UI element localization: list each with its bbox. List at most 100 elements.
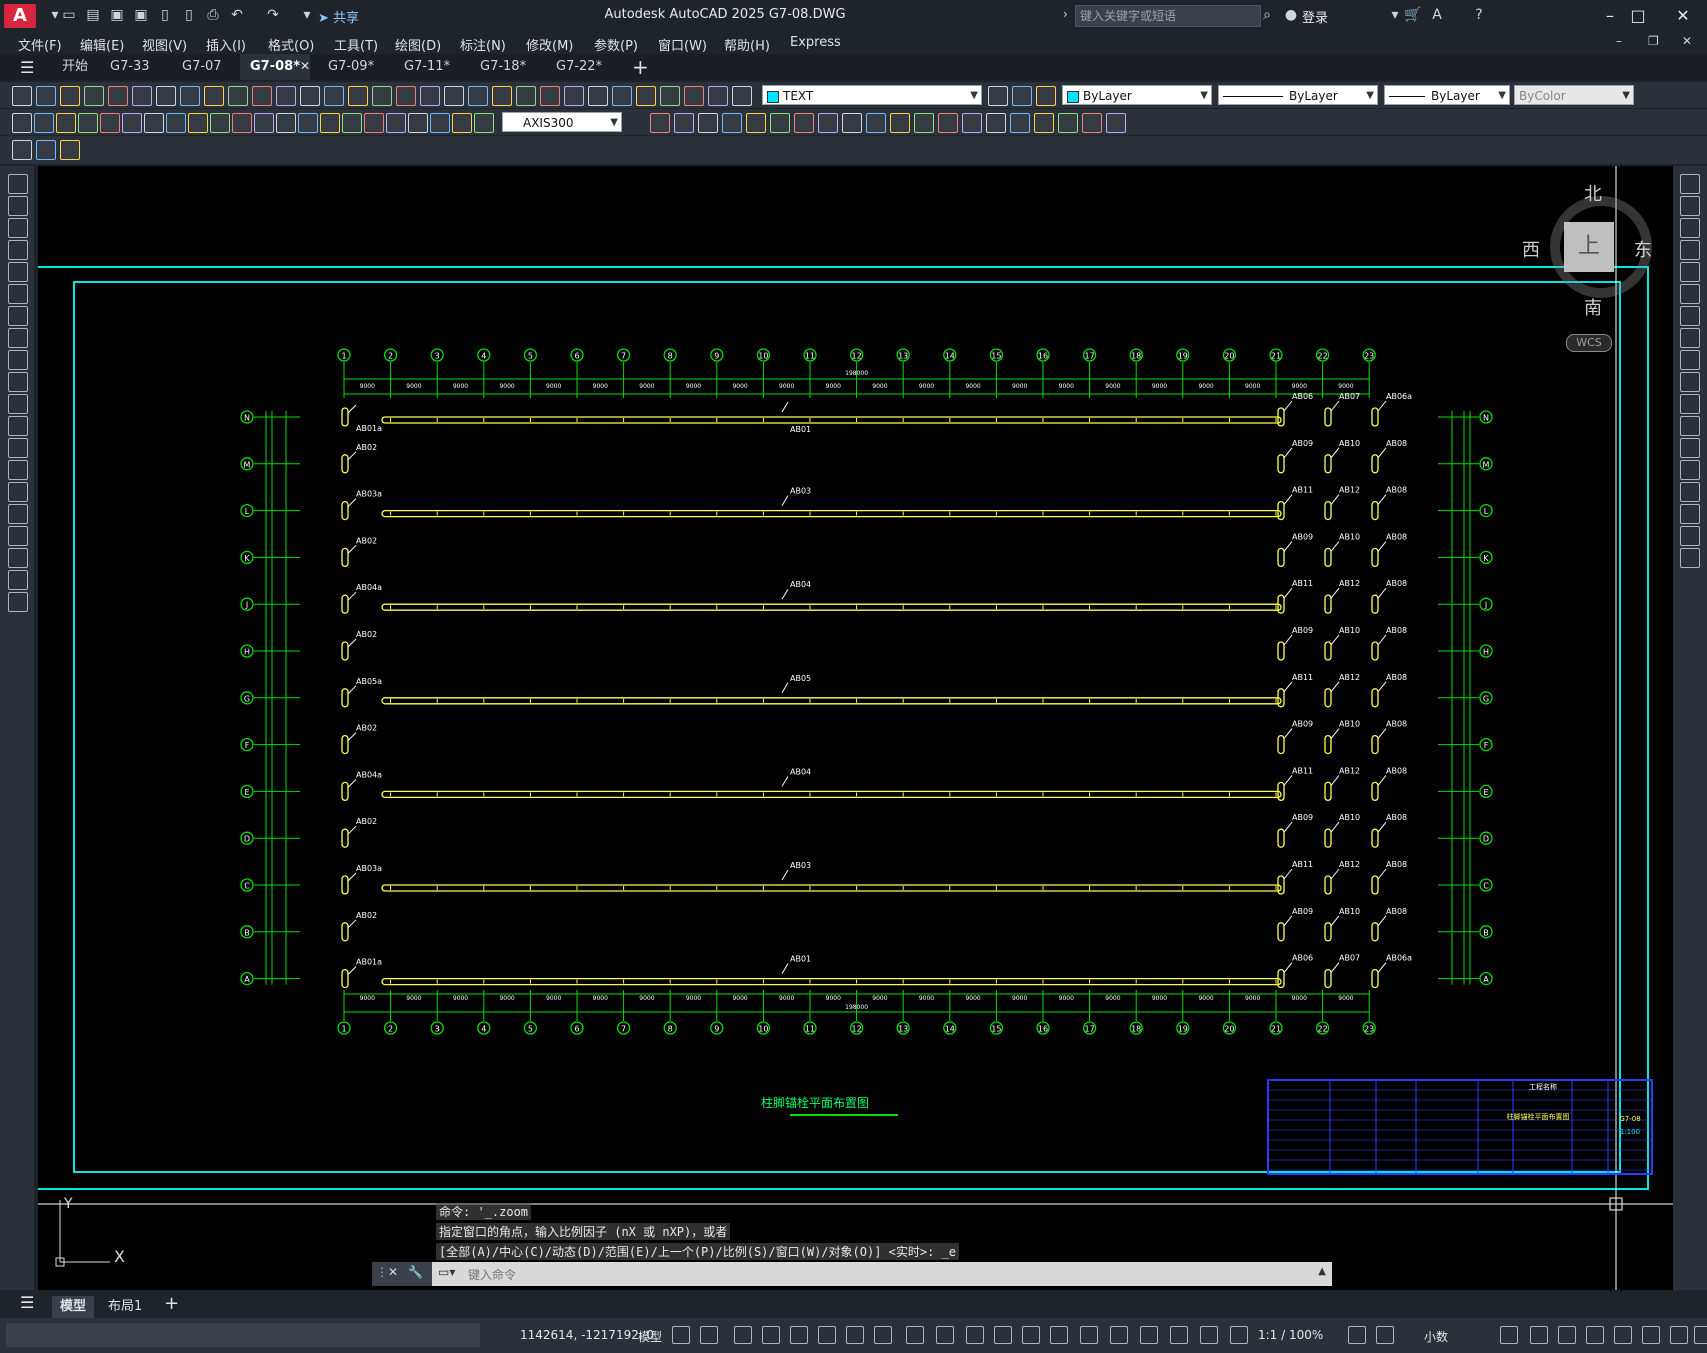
- menu-insert[interactable]: 插入(I): [206, 35, 246, 54]
- dimension-tool-icon[interactable]: [1010, 113, 1030, 133]
- undo-icon[interactable]: ↶: [228, 6, 246, 24]
- new-layout-icon[interactable]: +: [164, 1293, 179, 1314]
- menu-draw[interactable]: 绘图(D): [395, 35, 441, 54]
- dimension-tool-icon[interactable]: [342, 113, 362, 133]
- standard-tool-icon[interactable]: [492, 86, 512, 106]
- dimension-tool-icon[interactable]: [818, 113, 838, 133]
- standard-tool-icon[interactable]: [300, 86, 320, 106]
- login-button[interactable]: 登录: [1302, 7, 1328, 26]
- status-toggle-icon[interactable]: [1348, 1326, 1366, 1344]
- standard-tool-icon[interactable]: [204, 86, 224, 106]
- status-toggle-icon[interactable]: [762, 1326, 780, 1344]
- standard-tool-icon[interactable]: [84, 86, 104, 106]
- status-toggle-icon[interactable]: [1022, 1326, 1040, 1344]
- dimension-tool-icon[interactable]: [1034, 113, 1054, 133]
- user-icon[interactable]: ●: [1283, 6, 1299, 24]
- status-toggle-icon[interactable]: [1230, 1326, 1248, 1344]
- status-toggle-icon[interactable]: [672, 1326, 690, 1344]
- status-toggle-icon[interactable]: [700, 1326, 718, 1344]
- dimension-tool-icon[interactable]: [452, 113, 472, 133]
- dimension-tool-icon[interactable]: [914, 113, 934, 133]
- dimension-tool-icon[interactable]: [144, 113, 164, 133]
- misc-tool-icon[interactable]: [36, 140, 56, 160]
- standard-tool-icon[interactable]: [564, 86, 584, 106]
- standard-tool-icon[interactable]: [324, 86, 344, 106]
- draw-tool-icon[interactable]: [8, 526, 28, 546]
- modify-tool-icon[interactable]: [1680, 196, 1700, 216]
- dimension-tool-icon[interactable]: [122, 113, 142, 133]
- modify-tool-icon[interactable]: [1680, 174, 1700, 194]
- standard-tool-icon[interactable]: [132, 86, 152, 106]
- layer-dropdown[interactable]: TEXT ▼: [762, 85, 982, 105]
- viewcube-south[interactable]: 南: [1584, 294, 1602, 320]
- dimstyle-dropdown[interactable]: AXIS300 ▼: [502, 112, 622, 132]
- search-input[interactable]: 键入关键字或短语: [1075, 5, 1261, 27]
- new-tab-icon[interactable]: +: [632, 55, 649, 79]
- draw-tool-icon[interactable]: [8, 262, 28, 282]
- status-toggle-icon[interactable]: [1080, 1326, 1098, 1344]
- dimension-tool-icon[interactable]: [56, 113, 76, 133]
- standard-tool-icon[interactable]: [588, 86, 608, 106]
- menu-window[interactable]: 窗口(W): [658, 35, 707, 54]
- command-history-toggle-icon[interactable]: ▲: [1318, 1266, 1326, 1277]
- draw-tool-icon[interactable]: [8, 504, 28, 524]
- status-toggle-icon[interactable]: [874, 1326, 892, 1344]
- draw-tool-icon[interactable]: [8, 460, 28, 480]
- status-toggle-icon[interactable]: [1530, 1326, 1548, 1344]
- modify-tool-icon[interactable]: [1680, 262, 1700, 282]
- search-icon[interactable]: ⌕: [1258, 6, 1276, 24]
- standard-tool-icon[interactable]: [732, 86, 752, 106]
- dimension-tool-icon[interactable]: [210, 113, 230, 133]
- misc-tool-icon[interactable]: [12, 140, 32, 160]
- dimension-tool-icon[interactable]: [1106, 113, 1126, 133]
- layer-tool-icon[interactable]: [1036, 86, 1056, 106]
- dimension-tool-icon[interactable]: [254, 113, 274, 133]
- standard-tool-icon[interactable]: [396, 86, 416, 106]
- modify-tool-icon[interactable]: [1680, 394, 1700, 414]
- login-dropdown-icon[interactable]: ▾: [1386, 6, 1404, 24]
- share-button[interactable]: ➤ 共享: [318, 7, 359, 26]
- model-space-toggle[interactable]: 模型: [638, 1328, 662, 1345]
- modify-tool-icon[interactable]: [1680, 526, 1700, 546]
- save-web-icon[interactable]: ▯: [180, 6, 198, 24]
- search-expand-icon[interactable]: ›: [1063, 7, 1068, 21]
- grip-icon[interactable]: ⋮: [376, 1265, 388, 1279]
- menu-modify[interactable]: 修改(M): [526, 35, 573, 54]
- status-toggle-icon[interactable]: [818, 1326, 836, 1344]
- modify-tool-icon[interactable]: [1680, 482, 1700, 502]
- dimension-tool-icon[interactable]: [166, 113, 186, 133]
- open-web-icon[interactable]: ▯: [156, 6, 174, 24]
- status-toggle-icon[interactable]: [1694, 1326, 1707, 1344]
- tab-g7-11[interactable]: G7-11*: [394, 54, 460, 80]
- viewcube[interactable]: 北 南 东 西 上: [1522, 184, 1652, 319]
- dimension-tool-icon[interactable]: [890, 113, 910, 133]
- menu-format[interactable]: 格式(O): [268, 35, 314, 54]
- modify-tool-icon[interactable]: [1680, 438, 1700, 458]
- status-toggle-icon[interactable]: [1670, 1326, 1688, 1344]
- tab-g7-09[interactable]: G7-09*: [318, 54, 384, 80]
- save-as-icon[interactable]: ▣: [132, 6, 150, 24]
- menu-view[interactable]: 视图(V): [142, 35, 187, 54]
- draw-tool-icon[interactable]: [8, 416, 28, 436]
- autodesk-app-icon[interactable]: A: [1428, 6, 1446, 24]
- standard-tool-icon[interactable]: [636, 86, 656, 106]
- drawing-canvas[interactable]: Y X 1 1 9000 9000 2 2 9000 9000 3 3 9000 9000 4 4 9000 90…: [35, 166, 1673, 1290]
- tab-model[interactable]: 模型: [52, 1296, 95, 1318]
- dimension-tool-icon[interactable]: [866, 113, 886, 133]
- standard-tool-icon[interactable]: [516, 86, 536, 106]
- dimension-tool-icon[interactable]: [100, 113, 120, 133]
- status-toggle-icon[interactable]: [1050, 1326, 1068, 1344]
- dimension-tool-icon[interactable]: [298, 113, 318, 133]
- help-icon[interactable]: ?: [1470, 6, 1488, 24]
- standard-tool-icon[interactable]: [708, 86, 728, 106]
- open-file-icon[interactable]: ▤: [84, 6, 102, 24]
- dimension-tool-icon[interactable]: [722, 113, 742, 133]
- doc-restore-button[interactable]: ❐: [1648, 34, 1659, 48]
- dimension-tool-icon[interactable]: [842, 113, 862, 133]
- draw-tool-icon[interactable]: [8, 438, 28, 458]
- standard-tool-icon[interactable]: [420, 86, 440, 106]
- wcs-menu[interactable]: WCS: [1566, 334, 1612, 352]
- status-toggle-icon[interactable]: [1376, 1326, 1394, 1344]
- menu-help[interactable]: 帮助(H): [724, 35, 770, 54]
- annotation-scale[interactable]: 1:1 / 100%: [1258, 1328, 1323, 1342]
